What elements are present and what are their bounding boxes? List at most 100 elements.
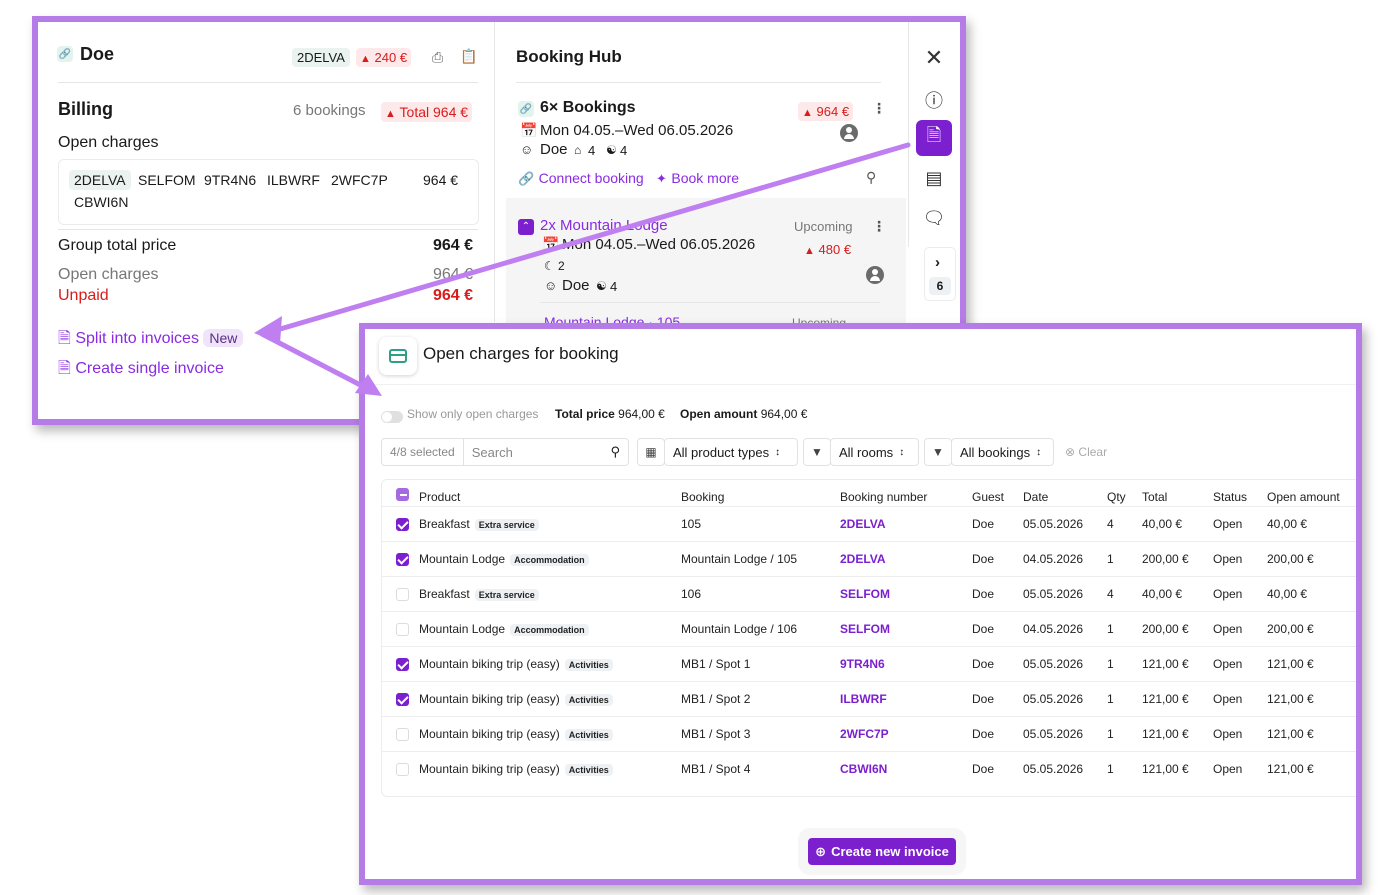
column-header[interactable]: Status bbox=[1213, 490, 1247, 504]
number-text: 2DELVA bbox=[840, 552, 886, 566]
cell-number[interactable]: 9TR4N6 bbox=[840, 657, 885, 671]
clipboard-icon[interactable]: 📋 bbox=[460, 48, 477, 65]
invoice-icon[interactable]: 🗎 bbox=[916, 120, 952, 156]
product-types-select[interactable]: All product types ↕ bbox=[664, 438, 798, 466]
sub-booking-title[interactable]: 2x Mountain Lodge bbox=[540, 217, 668, 234]
cell-qty: 1 bbox=[1107, 727, 1114, 741]
code-chip[interactable]: 2DELVA bbox=[69, 170, 131, 190]
code-chip[interactable]: CBWI6N bbox=[74, 194, 128, 210]
bookings-select[interactable]: All bookings ↕ bbox=[951, 438, 1054, 466]
row-checkbox[interactable] bbox=[396, 553, 409, 566]
card-icon bbox=[379, 337, 417, 375]
connect-booking-link[interactable]: 🔗 Connect booking bbox=[518, 170, 644, 188]
qty-text: 1 bbox=[1107, 552, 1114, 566]
plus-icon: ⊕ bbox=[815, 843, 827, 859]
sub-booking-status: Upcoming bbox=[794, 219, 853, 234]
more-options-icon[interactable]: ⋮ bbox=[872, 100, 886, 117]
book-more-link[interactable]: ✦ Book more bbox=[656, 170, 739, 188]
divider bbox=[365, 384, 1356, 385]
new-badge: New bbox=[203, 329, 244, 347]
code-chip[interactable]: ILBWRF bbox=[267, 172, 320, 188]
cell-number[interactable]: 2DELVA bbox=[840, 517, 886, 531]
create-new-invoice-button[interactable]: ⊕ Create new invoice bbox=[808, 838, 956, 865]
booking-code-chip[interactable]: 2DELVA bbox=[292, 48, 350, 67]
product-type-tag: Extra service bbox=[474, 588, 539, 601]
date-text: 05.05.2026 bbox=[1023, 762, 1084, 776]
select-all-checkbox[interactable] bbox=[396, 488, 409, 501]
cell-open: 121,00 € bbox=[1267, 762, 1314, 776]
more-options-icon[interactable]: ⋮ bbox=[872, 218, 886, 235]
split-into-invoices-link[interactable]: 🗎 Split into invoices New bbox=[58, 327, 244, 354]
row-checkbox[interactable] bbox=[396, 658, 409, 671]
date-text: 05.05.2026 bbox=[1023, 587, 1084, 601]
row-checkbox[interactable] bbox=[396, 728, 409, 741]
box-icon: ▦ bbox=[637, 438, 665, 466]
group-dates: Mon 04.05.–Wed 06.05.2026 bbox=[540, 122, 734, 139]
group-total-value: 964 € bbox=[433, 237, 474, 254]
search-icon[interactable]: ⚲ bbox=[866, 169, 876, 186]
info-icon[interactable]: ⓘ bbox=[921, 87, 947, 113]
open-text: 40,00 € bbox=[1267, 587, 1308, 601]
open-only-toggle[interactable] bbox=[381, 408, 403, 426]
search-icon[interactable]: ⚲ bbox=[602, 444, 628, 460]
cell-product: Mountain biking trip (easy) Activities bbox=[419, 692, 613, 706]
column-header[interactable]: Total bbox=[1142, 490, 1167, 504]
code-chip[interactable]: SELFOM bbox=[138, 172, 196, 188]
open-text: 200,00 € bbox=[1267, 622, 1314, 636]
sub-booking-dates: Mon 04.05.–Wed 06.05.2026 bbox=[562, 236, 756, 253]
count-badge: 6 bbox=[929, 277, 951, 295]
booking-text: MB1 / Spot 3 bbox=[681, 727, 751, 741]
clear-filters-button[interactable]: ⊗ Clear bbox=[1065, 445, 1107, 459]
cell-number[interactable]: SELFOM bbox=[840, 587, 890, 601]
cell-date: 05.05.2026 bbox=[1023, 762, 1083, 776]
column-header[interactable]: Qty bbox=[1107, 490, 1126, 504]
create-single-invoice-link[interactable]: 🗎 Create single invoice bbox=[58, 357, 224, 384]
guest-text: Doe bbox=[972, 622, 995, 636]
column-header[interactable]: Open amount bbox=[1267, 490, 1340, 504]
total-text: 121,00 € bbox=[1142, 727, 1189, 741]
cell-open: 121,00 € bbox=[1267, 657, 1314, 671]
card-icon[interactable]: ▤ bbox=[921, 165, 947, 191]
sub-persons: 4 bbox=[610, 279, 618, 294]
qty-text: 1 bbox=[1107, 622, 1114, 636]
code-chip[interactable]: 2WFC7P bbox=[331, 172, 388, 188]
connect-label: Connect booking bbox=[538, 170, 644, 186]
guest-text: Doe bbox=[972, 727, 995, 741]
cell-product: Mountain biking trip (easy) Activities bbox=[419, 657, 613, 671]
row-checkbox[interactable] bbox=[396, 693, 409, 706]
qty-text: 1 bbox=[1107, 692, 1114, 706]
product-type-tag: Activities bbox=[564, 728, 613, 741]
cell-number[interactable]: CBWI6N bbox=[840, 762, 887, 776]
close-icon[interactable]: ✕ bbox=[921, 45, 947, 71]
column-header[interactable]: Date bbox=[1023, 490, 1048, 504]
chevron-up-icon[interactable]: ⌃ bbox=[518, 219, 534, 235]
row-checkbox[interactable] bbox=[396, 623, 409, 636]
cell-qty: 1 bbox=[1107, 552, 1114, 566]
search-input[interactable]: Search bbox=[464, 445, 603, 460]
row-checkbox[interactable] bbox=[396, 763, 409, 776]
column-header[interactable]: Product bbox=[419, 490, 460, 504]
cell-number[interactable]: 2WFC7P bbox=[840, 727, 889, 741]
warning-amount: 240 € bbox=[374, 50, 408, 65]
open-text: 121,00 € bbox=[1267, 727, 1314, 741]
rooms-select[interactable]: All rooms ↕ bbox=[830, 438, 919, 466]
cell-number[interactable]: 2DELVA bbox=[840, 552, 886, 566]
row-checkbox[interactable] bbox=[396, 588, 409, 601]
column-header[interactable]: Booking number bbox=[840, 490, 927, 504]
collapse-rail[interactable]: › 6 bbox=[924, 247, 956, 301]
cell-number[interactable]: ILBWRF bbox=[840, 692, 887, 706]
open-text: 121,00 € bbox=[1267, 762, 1314, 776]
row-checkbox[interactable] bbox=[396, 518, 409, 531]
column-header[interactable]: Booking bbox=[681, 490, 724, 504]
row-divider bbox=[381, 541, 1356, 542]
date-text: 04.05.2026 bbox=[1023, 622, 1084, 636]
cell-booking: MB1 / Spot 2 bbox=[681, 692, 750, 706]
chat-icon[interactable]: 🗨 bbox=[921, 205, 947, 231]
qty-text: 1 bbox=[1107, 727, 1114, 741]
print-icon[interactable]: ⎙ bbox=[432, 49, 443, 66]
divider bbox=[540, 302, 880, 303]
total-text: 121,00 € bbox=[1142, 692, 1189, 706]
code-chip[interactable]: 9TR4N6 bbox=[204, 172, 256, 188]
cell-number[interactable]: SELFOM bbox=[840, 622, 890, 636]
column-header[interactable]: Guest bbox=[972, 490, 1004, 504]
